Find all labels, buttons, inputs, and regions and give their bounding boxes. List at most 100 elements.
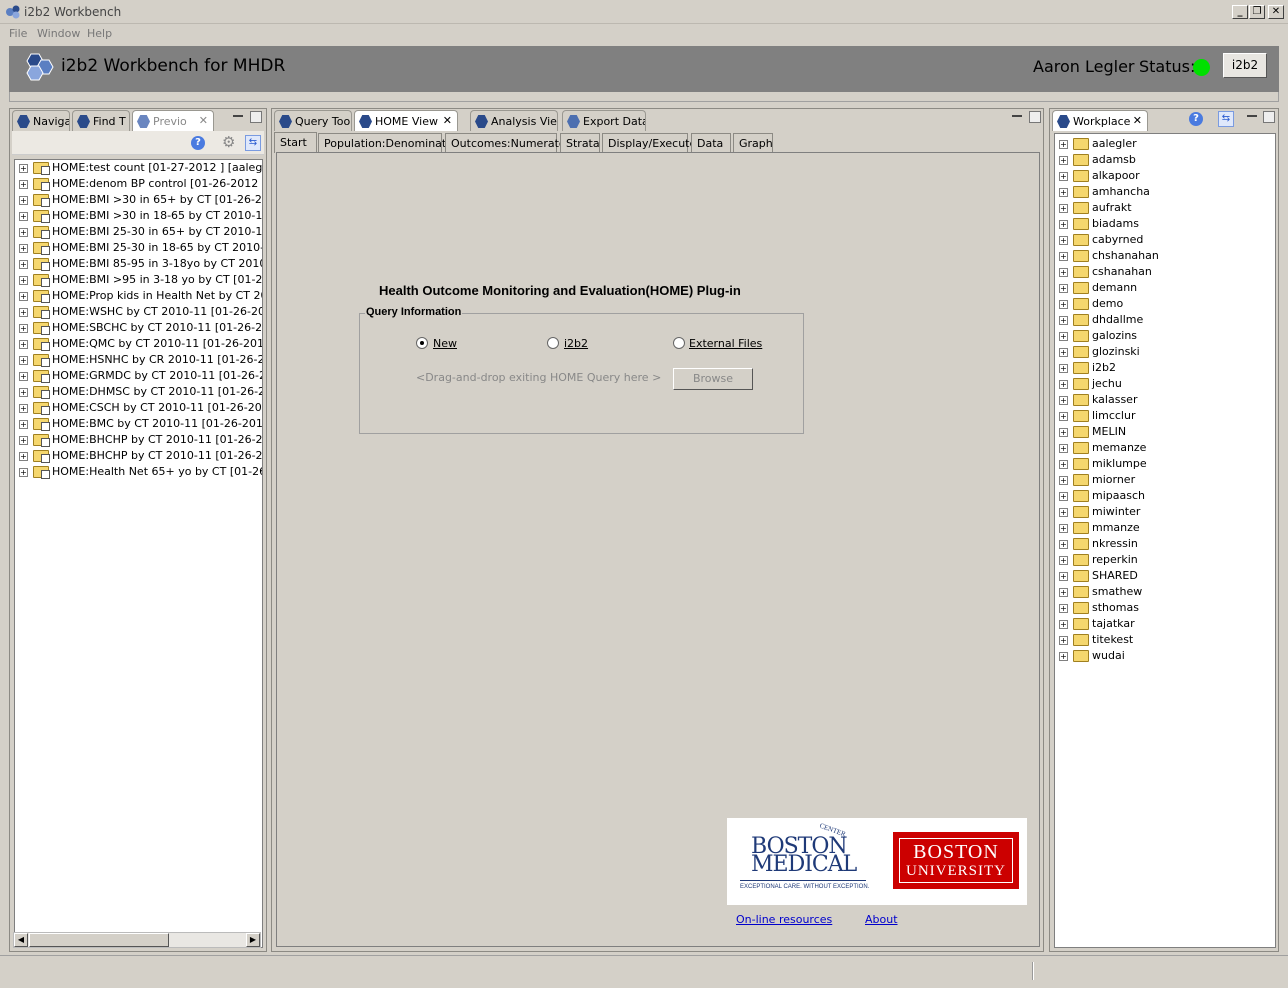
maximize-view-icon[interactable] — [1029, 111, 1041, 123]
expand-icon[interactable]: + — [1059, 412, 1068, 421]
expand-icon[interactable]: + — [1059, 156, 1068, 165]
expand-icon[interactable]: + — [19, 276, 28, 285]
expand-icon[interactable]: + — [19, 468, 28, 477]
refresh-icon[interactable]: ⇆ — [1218, 111, 1234, 127]
maximize-view-icon[interactable] — [1263, 111, 1275, 123]
tab-analysis-view[interactable]: Analysis View — [470, 110, 558, 131]
expand-icon[interactable]: + — [1059, 572, 1068, 581]
expand-icon[interactable]: + — [19, 228, 28, 237]
expand-icon[interactable]: + — [1059, 140, 1068, 149]
expand-icon[interactable]: + — [1059, 492, 1068, 501]
expand-icon[interactable]: + — [19, 164, 28, 173]
expand-icon[interactable]: + — [1059, 460, 1068, 469]
close-button[interactable]: ✕ — [1268, 5, 1284, 19]
expand-icon[interactable]: + — [19, 212, 28, 221]
expand-icon[interactable]: + — [1059, 588, 1068, 597]
minimize-view-icon[interactable] — [1247, 115, 1257, 117]
i2b2-button[interactable]: i2b2 — [1223, 53, 1267, 78]
menu-file[interactable]: File — [9, 27, 27, 40]
expand-icon[interactable]: + — [1059, 332, 1068, 341]
expand-icon[interactable]: + — [19, 324, 28, 333]
expand-icon[interactable]: + — [1059, 396, 1068, 405]
radio-i2b2[interactable] — [547, 337, 559, 349]
radio-new-label[interactable]: New — [433, 337, 457, 350]
gear-icon[interactable]: ⚙ — [222, 135, 235, 150]
expand-icon[interactable]: + — [1059, 636, 1068, 645]
expand-icon[interactable]: + — [1059, 220, 1068, 229]
scroll-right-icon[interactable]: ▶ — [246, 933, 260, 947]
expand-icon[interactable]: + — [1059, 316, 1068, 325]
drop-hint[interactable]: <Drag-and-drop exiting HOME Query here > — [416, 371, 661, 384]
help-icon[interactable]: ? — [191, 136, 205, 150]
radio-i2b2-label[interactable]: i2b2 — [564, 337, 588, 350]
tab-query-tool[interactable]: Query Tool — [274, 110, 352, 131]
expand-icon[interactable]: + — [19, 436, 28, 445]
menu-window[interactable]: Window — [37, 27, 80, 40]
tab-workplace[interactable]: Workplace ✕ — [1052, 110, 1148, 131]
restore-button[interactable]: ❐ — [1249, 5, 1265, 19]
menu-help[interactable]: Help — [87, 27, 112, 40]
expand-icon[interactable]: + — [1059, 204, 1068, 213]
expand-icon[interactable]: + — [19, 356, 28, 365]
help-icon[interactable]: ? — [1189, 112, 1203, 126]
expand-icon[interactable]: + — [19, 372, 28, 381]
tab-find-terms[interactable]: Find T — [72, 110, 130, 131]
expand-icon[interactable]: + — [19, 292, 28, 301]
expand-icon[interactable]: + — [1059, 508, 1068, 517]
expand-icon[interactable]: + — [1059, 284, 1068, 293]
online-resources-link[interactable]: On-line resources — [736, 913, 832, 926]
tab-home-view[interactable]: HOME View ✕ — [354, 110, 458, 131]
expand-icon[interactable]: + — [1059, 236, 1068, 245]
scroll-left-icon[interactable]: ◀ — [14, 933, 28, 947]
expand-icon[interactable]: + — [19, 420, 28, 429]
expand-icon[interactable]: + — [19, 244, 28, 253]
maximize-view-icon[interactable] — [250, 111, 262, 123]
expand-icon[interactable]: + — [19, 404, 28, 413]
expand-icon[interactable]: + — [1059, 540, 1068, 549]
browse-button[interactable]: Browse — [673, 368, 753, 390]
expand-icon[interactable]: + — [1059, 252, 1068, 261]
subtab-graph[interactable]: Graph — [733, 133, 773, 153]
subtab-data[interactable]: Data — [691, 133, 731, 153]
expand-icon[interactable]: + — [19, 340, 28, 349]
expand-icon[interactable]: + — [1059, 188, 1068, 197]
refresh-icon[interactable]: ⇆ — [245, 135, 261, 151]
expand-icon[interactable]: + — [1059, 428, 1068, 437]
about-link[interactable]: About — [865, 913, 898, 926]
expand-icon[interactable]: + — [1059, 652, 1068, 661]
subtab-display-execute[interactable]: Display/Execute — [602, 133, 696, 153]
scroll-thumb[interactable] — [29, 933, 169, 947]
radio-new[interactable] — [416, 337, 428, 349]
minimize-view-icon[interactable] — [233, 115, 243, 117]
tab-previous-queries[interactable]: Previo ✕ — [132, 110, 214, 131]
expand-icon[interactable]: + — [19, 308, 28, 317]
subtab-strata[interactable]: Strata — [560, 133, 600, 153]
subtab-outcomes-numerator[interactable]: Outcomes:Numerator — [445, 133, 570, 153]
expand-icon[interactable]: + — [1059, 348, 1068, 357]
horizontal-scrollbar[interactable]: ◀ ▶ — [13, 932, 261, 948]
tab-navigate[interactable]: Naviga — [12, 110, 70, 131]
expand-icon[interactable]: + — [19, 260, 28, 269]
minimize-button[interactable]: _ — [1232, 5, 1248, 19]
expand-icon[interactable]: + — [1059, 268, 1068, 277]
minimize-view-icon[interactable] — [1012, 115, 1022, 117]
subtab-start[interactable]: Start — [274, 132, 317, 153]
expand-icon[interactable]: + — [19, 452, 28, 461]
expand-icon[interactable]: + — [19, 180, 28, 189]
expand-icon[interactable]: + — [1059, 556, 1068, 565]
expand-icon[interactable]: + — [1059, 476, 1068, 485]
subtab-population-denominator[interactable]: Population:Denominator — [318, 133, 458, 153]
radio-external-files[interactable] — [673, 337, 685, 349]
close-tab-icon[interactable]: ✕ — [443, 114, 452, 127]
expand-icon[interactable]: + — [1059, 444, 1068, 453]
close-tab-icon[interactable]: ✕ — [1133, 114, 1142, 127]
close-tab-icon[interactable]: ✕ — [199, 114, 208, 127]
expand-icon[interactable]: + — [19, 388, 28, 397]
expand-icon[interactable]: + — [1059, 604, 1068, 613]
expand-icon[interactable]: + — [1059, 300, 1068, 309]
expand-icon[interactable]: + — [1059, 364, 1068, 373]
expand-icon[interactable]: + — [1059, 380, 1068, 389]
expand-icon[interactable]: + — [1059, 524, 1068, 533]
expand-icon[interactable]: + — [1059, 620, 1068, 629]
radio-external-files-label[interactable]: External Files — [689, 337, 762, 350]
